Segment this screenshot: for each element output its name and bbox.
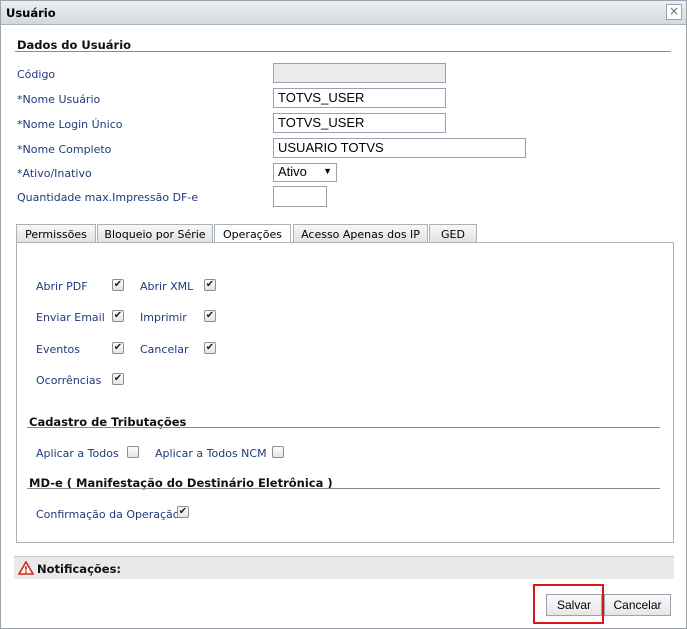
operacoes-panel: Abrir PDF ✔ Abrir XML ✔ Enviar Email ✔ I… (16, 242, 674, 543)
user-dialog: Usuário × Dados do Usuário Código *Nome … (0, 0, 687, 629)
qtd-impressao-field[interactable] (273, 186, 327, 207)
ocorrencias-checkbox[interactable]: ✔ (112, 373, 124, 385)
tributacoes-divider (27, 427, 660, 428)
nome-completo-field[interactable]: USUARIO TOTVS (273, 138, 526, 158)
abrir-xml-checkbox[interactable]: ✔ (204, 279, 216, 291)
qtd-impressao-label: Quantidade max.Impressão DF-e (17, 191, 199, 204)
codigo-field[interactable] (273, 63, 446, 83)
dialog-title: Usuário (6, 6, 56, 20)
tab-bloqueio-serie[interactable]: Bloqueio por Série (97, 224, 213, 243)
abrir-xml-label: Abrir XML (140, 280, 194, 293)
ocorrencias-label: Ocorrências (36, 374, 102, 387)
aplicar-todos-checkbox[interactable] (127, 446, 139, 458)
enviar-email-checkbox[interactable]: ✔ (112, 310, 124, 322)
ativo-select[interactable]: Ativo ▼ (273, 163, 337, 182)
aplicar-todos-ncm-checkbox[interactable] (272, 446, 284, 458)
save-button[interactable]: Salvar (546, 594, 602, 616)
confirmacao-label: Confirmação da Operação (36, 508, 180, 521)
section-divider (15, 51, 671, 52)
codigo-label: Código (17, 68, 56, 81)
cancelar-op-checkbox[interactable]: ✔ (204, 342, 216, 354)
tab-operacoes[interactable]: Operações (214, 224, 291, 244)
dropdown-arrow-icon: ▼ (323, 166, 332, 176)
title-bar: Usuário × (1, 1, 686, 25)
tab-acesso-ip[interactable]: Acesso Apenas dos IP (293, 224, 428, 243)
notifications-bar: Notificações: (14, 556, 674, 579)
cancel-button[interactable]: Cancelar (604, 594, 671, 616)
close-icon[interactable]: × (666, 4, 682, 20)
aplicar-todos-ncm-label: Aplicar a Todos NCM (155, 447, 267, 460)
cancelar-op-label: Cancelar (140, 343, 189, 356)
tab-permissoes[interactable]: Permissões (16, 224, 96, 243)
mde-divider (27, 488, 660, 489)
abrir-pdf-label: Abrir PDF (36, 280, 88, 293)
aplicar-todos-label: Aplicar a Todos (36, 447, 119, 460)
enviar-email-label: Enviar Email (36, 311, 105, 324)
confirmacao-checkbox[interactable]: ✔ (177, 506, 189, 518)
nome-completo-label: *Nome Completo (17, 143, 112, 156)
tab-ged[interactable]: GED (429, 224, 477, 243)
eventos-checkbox[interactable]: ✔ (112, 342, 124, 354)
ativo-label: *Ativo/Inativo (17, 167, 92, 180)
imprimir-checkbox[interactable]: ✔ (204, 310, 216, 322)
nome-login-field[interactable]: TOTVS_USER (273, 113, 446, 133)
imprimir-label: Imprimir (140, 311, 187, 324)
nome-usuario-field[interactable]: TOTVS_USER (273, 88, 446, 108)
notifications-label: Notificações: (37, 562, 122, 576)
user-data-heading: Dados do Usuário (17, 38, 132, 52)
warning-icon (18, 561, 34, 575)
eventos-label: Eventos (36, 343, 80, 356)
ativo-select-value: Ativo (278, 164, 307, 179)
nome-login-label: *Nome Login Único (17, 118, 123, 131)
nome-usuario-label: *Nome Usuário (17, 93, 101, 106)
abrir-pdf-checkbox[interactable]: ✔ (112, 279, 124, 291)
